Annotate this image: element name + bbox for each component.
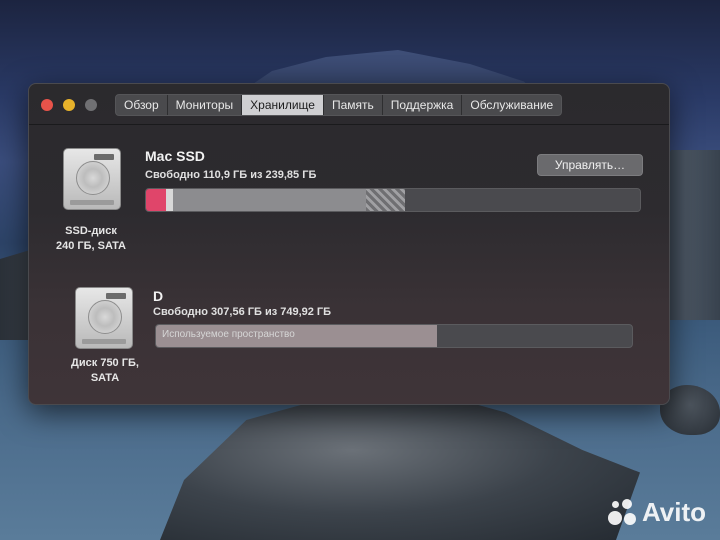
disk-caption: Диск 750 ГБ, SATA [55, 356, 155, 386]
disk-caption-text: Диск 750 ГБ, SATA [71, 357, 139, 384]
ssd-drive-icon [63, 148, 121, 210]
tab-bar: Обзор Мониторы Хранилище Память Поддержк… [115, 94, 563, 116]
tab-storage[interactable]: Хранилище [242, 95, 324, 115]
bar-segment-other [165, 189, 174, 211]
bar-used-label: Используемое пространство [162, 329, 295, 340]
bar-segment-apps [146, 189, 166, 211]
avito-wordmark: Avito [641, 497, 706, 527]
minimize-button[interactable] [63, 99, 75, 111]
background-island [160, 390, 640, 540]
about-this-mac-window: Обзор Мониторы Хранилище Память Поддержк… [28, 83, 670, 405]
tab-overview[interactable]: Обзор [116, 95, 168, 115]
disk-caption-text: SSD-диск 240 ГБ, SATA [56, 225, 126, 252]
bar-segment-system [173, 189, 366, 211]
disk-name: D [153, 288, 164, 304]
avito-logo-icon [607, 498, 636, 527]
tab-support[interactable]: Поддержка [383, 95, 463, 115]
disk-name: Mac SSD [145, 148, 205, 164]
storage-usage-bar[interactable] [145, 188, 641, 212]
disk-free-space: Свободно 110,9 ГБ из 239,85 ГБ [145, 169, 317, 181]
close-button[interactable] [41, 99, 53, 111]
avito-watermark: Avito [607, 497, 706, 528]
zoom-button[interactable] [85, 99, 97, 111]
manage-button[interactable]: Управлять… [537, 154, 643, 176]
bar-segment-free [405, 189, 640, 211]
bar-segment-purgeable [365, 189, 406, 211]
storage-usage-bar[interactable]: Используемое пространство [155, 324, 633, 348]
tab-memory[interactable]: Память [324, 95, 383, 115]
titlebar: Обзор Мониторы Хранилище Память Поддержк… [29, 84, 669, 125]
tab-displays[interactable]: Мониторы [168, 95, 243, 115]
hdd-drive-icon [75, 287, 133, 349]
tab-service[interactable]: Обслуживание [462, 95, 561, 115]
disk-free-space: Свободно 307,56 ГБ из 749,92 ГБ [153, 306, 332, 318]
disk-caption: SSD-диск 240 ГБ, SATA [45, 224, 137, 254]
